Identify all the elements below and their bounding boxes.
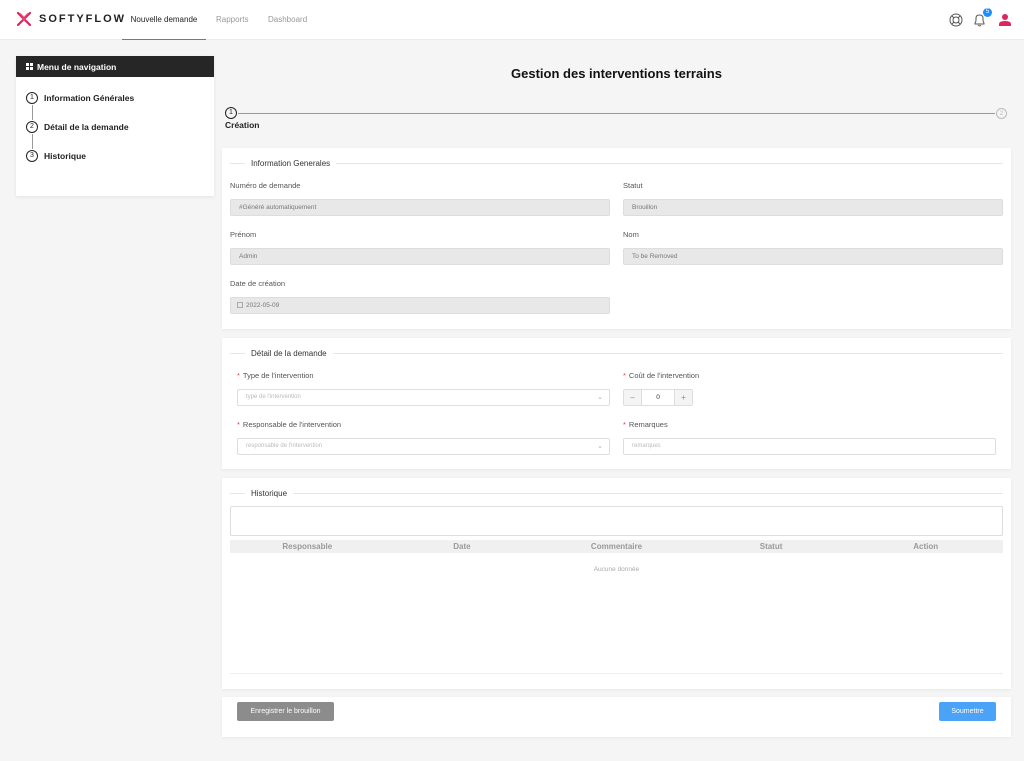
save-draft-button[interactable]: Enregistrer le brouillon	[237, 702, 334, 721]
navigation-menu-header: Menu de navigation	[16, 56, 214, 77]
navigation-menu-title: Menu de navigation	[37, 61, 117, 72]
sidebar-item-label: Détail de la demande	[44, 122, 129, 132]
section-legend: Information Generales	[245, 159, 337, 168]
fieldset-line	[230, 353, 1003, 354]
type-intervention-placeholder: type de l'intervention	[246, 394, 301, 400]
tab-rapports[interactable]: Rapports	[216, 0, 248, 40]
submit-button[interactable]: Soumettre	[939, 702, 996, 721]
remarques-input[interactable]: remarques	[623, 438, 996, 455]
step-number-icon: 1	[26, 92, 38, 104]
step-progress-line	[238, 113, 995, 114]
remarques-label: * Remarques	[623, 420, 668, 429]
type-intervention-select[interactable]: type de l'intervention ⌄	[237, 389, 610, 406]
responsable-intervention-select[interactable]: responsable de l'intervention ⌄	[237, 438, 610, 455]
nom-field[interactable]: To be Removed	[623, 248, 1003, 265]
notification-badge: 5	[983, 8, 992, 17]
step-1-label: Création	[225, 120, 260, 130]
historique-comment-textarea[interactable]	[230, 506, 1003, 536]
numero-demande-label: Numéro de demande	[230, 181, 301, 190]
cout-intervention-value[interactable]: 0	[641, 390, 675, 405]
increment-button[interactable]: +	[675, 390, 692, 405]
page-title: Gestion des interventions terrains	[511, 66, 722, 81]
step-connector	[32, 134, 33, 149]
prenom-field[interactable]: Admin	[230, 248, 610, 265]
statut-label: Statut	[623, 181, 643, 190]
section-legend: Historique	[245, 489, 294, 498]
calendar-icon	[237, 302, 243, 308]
responsable-intervention-placeholder: responsable de l'intervention	[246, 443, 323, 449]
cout-intervention-stepper[interactable]: – 0 +	[623, 389, 693, 406]
detail-demande-section: Détail de la demande * Type de l'interven…	[222, 338, 1011, 469]
date-creation-value: 2022-05-09	[246, 302, 280, 309]
decrement-button[interactable]: –	[624, 390, 641, 405]
step-2-indicator[interactable]: 2	[996, 108, 1007, 119]
sidebar-item-label: Historique	[44, 151, 87, 161]
cout-intervention-label: * Coût de l'intervention	[623, 371, 700, 380]
column-header-action[interactable]: Action	[848, 540, 1003, 553]
prenom-label: Prénom	[230, 230, 257, 239]
type-intervention-label: * Type de l'intervention	[237, 371, 314, 380]
form-actions-bar: Enregistrer le brouillon Soumettre	[222, 697, 1011, 737]
statut-field[interactable]: Brouillon	[623, 199, 1003, 216]
historique-section: Historique Responsable Date Commentaire …	[222, 478, 1011, 689]
tab-nouvelle-demande[interactable]: Nouvelle demande	[122, 0, 206, 40]
numero-demande-field[interactable]: #Généré automatiquement	[230, 199, 610, 216]
sidebar-item-historique[interactable]: 3 Historique	[26, 150, 86, 162]
sidebar-item-information-generales[interactable]: 1 Information Générales	[26, 92, 134, 104]
remarques-placeholder: remarques	[632, 443, 661, 449]
lifebuoy-icon[interactable]	[949, 13, 963, 27]
column-header-statut[interactable]: Statut	[694, 540, 849, 553]
step-number-icon: 2	[26, 121, 38, 133]
date-creation-label: Date de création	[230, 279, 286, 288]
step-number-icon: 3	[26, 150, 38, 162]
column-header-responsable[interactable]: Responsable	[230, 540, 385, 553]
fieldset-line	[230, 163, 1003, 164]
step-1-indicator[interactable]: 1	[225, 107, 237, 119]
step-connector	[32, 105, 33, 120]
column-header-commentaire[interactable]: Commentaire	[539, 540, 694, 553]
table-empty-text: Aucune donnée	[593, 566, 640, 573]
fieldset-line	[230, 493, 1003, 494]
apps-icon	[26, 63, 33, 70]
section-legend: Détail de la demande	[245, 349, 333, 358]
chevron-down-icon: ⌄	[597, 394, 603, 401]
date-creation-field[interactable]: 2022-05-09	[230, 297, 610, 314]
navigation-menu: Menu de navigation 1 Information Général…	[16, 56, 214, 196]
nom-label: Nom	[623, 230, 639, 239]
table-bottom-divider	[230, 673, 1003, 674]
responsable-intervention-label: * Responsable de l'intervention	[237, 420, 342, 429]
column-header-date[interactable]: Date	[385, 540, 540, 553]
tab-dashboard[interactable]: Dashboard	[268, 0, 307, 40]
logo[interactable]: SOFTYFLOW	[17, 12, 126, 26]
top-bar: SOFTYFLOW Nouvelle demande Rapports Dash…	[0, 0, 1024, 40]
user-icon[interactable]	[999, 13, 1011, 26]
logo-icon	[17, 12, 31, 26]
logo-text: SOFTYFLOW	[39, 13, 127, 25]
sidebar-item-detail-demande[interactable]: 2 Détail de la demande	[26, 121, 129, 133]
historique-table-header: Responsable Date Commentaire Statut Acti…	[230, 540, 1003, 553]
sidebar-item-label: Information Générales	[44, 93, 135, 103]
information-generales-section: Information Generales Numéro de demande …	[222, 148, 1011, 329]
chevron-down-icon: ⌄	[597, 443, 603, 450]
